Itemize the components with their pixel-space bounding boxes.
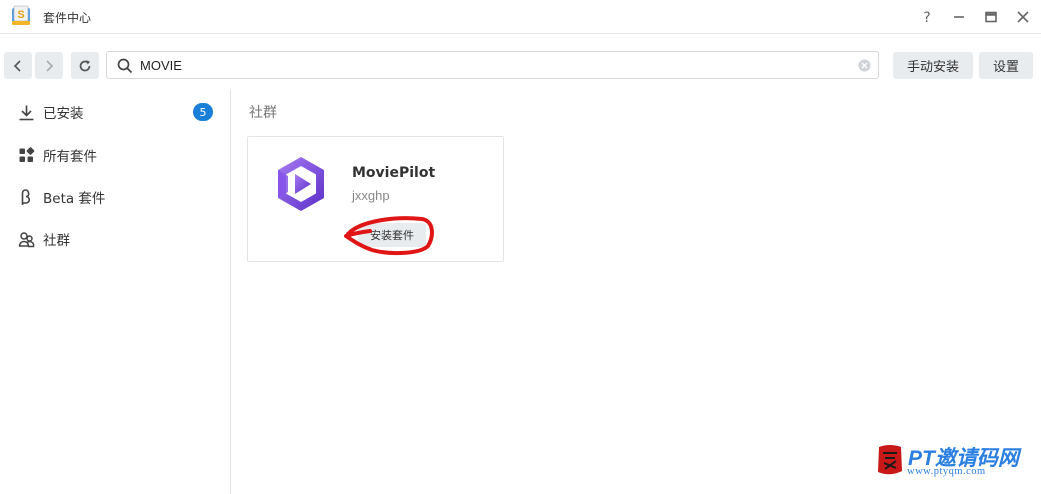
search-icon <box>117 58 133 74</box>
help-icon[interactable]: ? <box>916 6 938 28</box>
sidebar-item-label: Beta 套件 <box>43 191 106 207</box>
sidebar-item-community[interactable]: 社群 <box>0 219 231 259</box>
toolbar: MOVIE 手动安装 设置 <box>0 44 1041 86</box>
annotation-circle <box>344 216 434 256</box>
title-bar: S 套件中心 ? <box>0 0 1041 34</box>
refresh-icon <box>79 59 91 71</box>
manual-install-button[interactable]: 手动安装 <box>893 52 973 79</box>
community-icon <box>18 231 35 248</box>
sidebar-item-all-packages[interactable]: 所有套件 <box>0 135 231 175</box>
sidebar-item-beta[interactable]: Beta 套件 <box>0 177 231 217</box>
window-title: 套件中心 <box>43 11 92 25</box>
sidebar-item-label: 已安装 <box>43 106 84 122</box>
chevron-left-icon <box>13 59 21 72</box>
search-input[interactable]: MOVIE <box>140 58 182 73</box>
sidebar-item-installed[interactable]: 已安装 5 <box>0 92 231 132</box>
chevron-right-icon <box>46 59 54 72</box>
installed-count-badge: 5 <box>193 103 213 121</box>
grid-icon <box>18 146 35 164</box>
beta-icon <box>18 188 35 206</box>
sidebar-item-label: 社群 <box>43 233 70 249</box>
svg-text:S: S <box>17 9 24 21</box>
refresh-button[interactable] <box>71 52 99 79</box>
minimize-icon[interactable] <box>948 6 970 28</box>
forward-button[interactable] <box>35 52 63 79</box>
clear-search-icon[interactable] <box>858 59 871 72</box>
maximize-icon[interactable] <box>980 6 1002 28</box>
package-name: MoviePilot <box>352 165 436 181</box>
watermark: PT邀请码网 www.ptyqm.com <box>876 444 1036 484</box>
download-icon <box>18 104 35 121</box>
watermark-seal-icon <box>878 445 902 475</box>
svg-text:?: ? <box>923 10 930 24</box>
back-button[interactable] <box>4 52 32 79</box>
watermark-url: www.ptyqm.com <box>907 466 986 477</box>
package-author: jxxghp <box>352 188 390 203</box>
close-icon[interactable] <box>1012 6 1034 28</box>
settings-button[interactable]: 设置 <box>979 52 1033 79</box>
moviepilot-logo-icon <box>278 157 324 211</box>
search-field[interactable]: MOVIE <box>106 51 879 79</box>
sidebar-item-label: 所有套件 <box>43 149 97 165</box>
sidebar: 已安装 5 所有套件 Beta 套件 社群 <box>0 90 231 494</box>
package-center-app-icon: S <box>12 5 30 25</box>
section-title: 社群 <box>249 105 277 121</box>
